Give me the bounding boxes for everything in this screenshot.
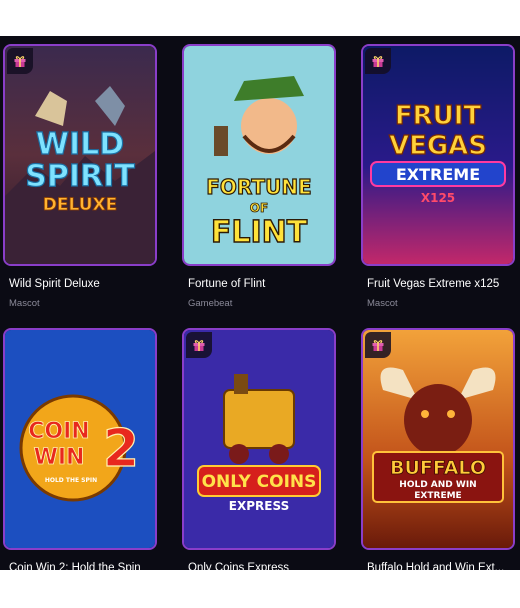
fruit-vegas-logo-line2: VEGAS [389, 131, 487, 161]
games-grid-panel: WILD SPIRIT DELUXE Wild Spirit Deluxe Ma… [0, 36, 520, 570]
gift-badge[interactable] [365, 332, 391, 358]
fortune-logo-line2: OF [250, 201, 268, 215]
fruit-vegas-logo-line4: X125 [421, 191, 455, 205]
gift-icon [14, 56, 26, 67]
only-coins-artwork: ONLY COINS EXPRESS [184, 330, 334, 548]
fortune-logo-line1: FORTUNE [206, 175, 311, 199]
coin-win-logo-line4: HOLD THE SPIN [45, 477, 97, 484]
fruit-vegas-logo-line3: EXTREME [396, 165, 480, 184]
coin-win-logo-line3: 2 [103, 419, 139, 479]
game-provider: Gamebeat [188, 298, 233, 309]
gift-badge[interactable] [365, 48, 391, 74]
buffalo-logo-line2: HOLD AND WIN [399, 480, 476, 490]
games-grid: WILD SPIRIT DELUXE Wild Spirit Deluxe Ma… [0, 36, 520, 570]
game-thumbnail[interactable]: FORTUNE OF FLINT [182, 44, 336, 266]
wild-spirit-logo-line3: DELUXE [43, 195, 117, 215]
wild-spirit-artwork: WILD SPIRIT DELUXE [5, 46, 155, 264]
gift-badge[interactable] [7, 48, 33, 74]
game-thumbnail[interactable]: BUFFALO HOLD AND WIN EXTREME [361, 328, 515, 550]
gift-badge[interactable] [186, 332, 212, 358]
fortune-logo-line3: FLINT [211, 215, 308, 250]
game-thumbnail[interactable]: COIN WIN 2 HOLD THE SPIN [3, 328, 157, 550]
game-title[interactable]: Wild Spirit Deluxe [9, 278, 159, 290]
game-title[interactable]: Buffalo Hold and Win Ext... [367, 562, 517, 570]
gift-icon [193, 340, 205, 351]
buffalo-logo-line3: EXTREME [414, 491, 461, 501]
buffalo-artwork: BUFFALO HOLD AND WIN EXTREME [363, 330, 513, 548]
game-title[interactable]: Coin Win 2: Hold the Spin [9, 562, 159, 570]
game-title[interactable]: Fortune of Flint [188, 278, 338, 290]
gift-icon [372, 56, 384, 67]
game-provider: Mascot [367, 298, 398, 309]
fruit-vegas-artwork: FRUIT VEGAS EXTREME X125 [363, 46, 513, 264]
game-provider: Mascot [9, 298, 40, 309]
game-title[interactable]: Only Coins Express [188, 562, 338, 570]
coin-win-logo-line1: COIN [28, 419, 89, 444]
only-coins-logo-line1: ONLY COINS [202, 472, 317, 492]
only-coins-logo-line2: EXPRESS [229, 499, 289, 513]
game-thumbnail[interactable]: ONLY COINS EXPRESS [182, 328, 336, 550]
gift-icon [372, 340, 384, 351]
wild-spirit-logo-line1: WILD [36, 127, 124, 162]
fruit-vegas-logo-line1: FRUIT [395, 101, 482, 131]
coin-win-logo-line2: WIN [34, 445, 85, 470]
game-title[interactable]: Fruit Vegas Extreme x125 [367, 278, 517, 290]
coin-win-artwork: COIN WIN 2 HOLD THE SPIN [5, 330, 155, 548]
fortune-of-flint-artwork: FORTUNE OF FLINT [184, 46, 334, 264]
buffalo-logo-line1: BUFFALO [390, 457, 486, 479]
game-thumbnail[interactable]: FRUIT VEGAS EXTREME X125 [361, 44, 515, 266]
game-thumbnail[interactable]: WILD SPIRIT DELUXE [3, 44, 157, 266]
wild-spirit-logo-line2: SPIRIT [25, 159, 135, 194]
